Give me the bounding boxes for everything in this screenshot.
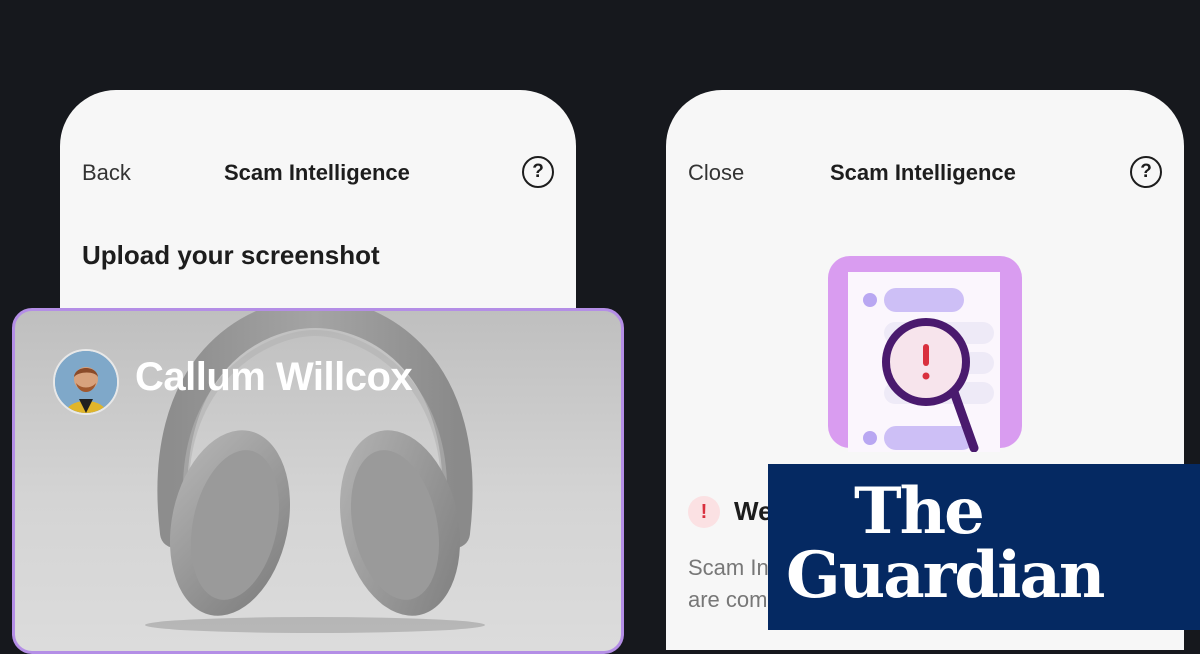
close-button[interactable]: Close — [688, 160, 744, 186]
guardian-logo: The Guardian — [768, 464, 1200, 630]
screen-title: Scam Intelligence — [830, 160, 1016, 185]
magnifier-scan-icon — [828, 256, 1022, 452]
back-button[interactable]: Back — [82, 160, 131, 186]
avatar — [53, 349, 119, 415]
result-body-line1: Scam Int — [688, 555, 775, 580]
question-circle-icon[interactable]: ? — [522, 156, 554, 188]
screen-title: Scam Intelligence — [224, 160, 410, 185]
logo-line-the: The — [854, 474, 985, 549]
user-name: Callum Willcox — [135, 355, 413, 399]
exclamation-icon: ! — [688, 496, 720, 528]
upload-heading: Upload your screenshot — [82, 240, 380, 270]
logo-line-guardian: Guardian — [786, 538, 1105, 613]
question-circle-icon[interactable]: ? — [1130, 156, 1162, 188]
product-card[interactable]: Callum Willcox — [12, 308, 624, 654]
